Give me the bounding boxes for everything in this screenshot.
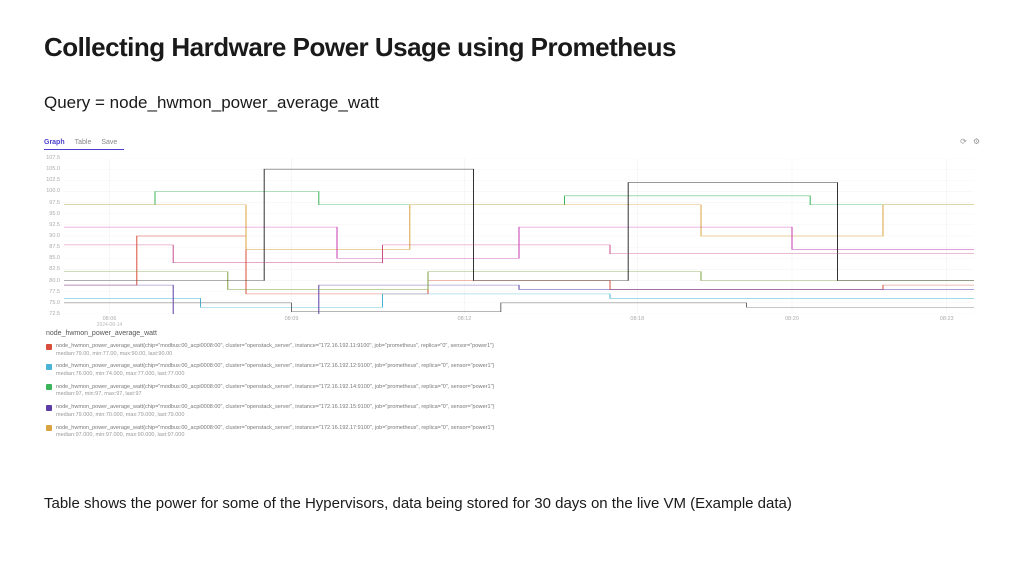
legend-swatch — [46, 364, 52, 370]
x-tick-label: 08:20 — [785, 316, 799, 322]
tab-table[interactable]: Table — [75, 139, 92, 146]
y-tick-label: 75.0 — [49, 300, 60, 306]
legend-text: node_hwmon_power_average_watt{chip="modb… — [56, 384, 980, 399]
graph-panel: Graph Table Save ⟳ ⚙ 72.5 75.0 77.5 80.0 82.… — [44, 137, 980, 477]
legend-item[interactable]: node_hwmon_power_average_watt{chip="modb… — [44, 423, 980, 443]
tab-save[interactable]: Save — [101, 139, 117, 146]
series-line[interactable] — [64, 294, 974, 307]
query-line: Query = node_hwmon_power_average_watt — [44, 93, 980, 113]
x-tick-label: 08:12 — [458, 316, 472, 322]
legend-text: node_hwmon_power_average_watt{chip="modb… — [56, 363, 980, 378]
tab-graph[interactable]: Graph — [44, 139, 65, 146]
gear-icon[interactable]: ⚙ — [973, 137, 980, 146]
legend-swatch — [46, 384, 52, 390]
y-tick-label: 102.5 — [46, 177, 60, 183]
page-title: Collecting Hardware Power Usage using Pr… — [44, 32, 980, 63]
y-tick-label: 92.5 — [49, 222, 60, 228]
x-tick-label: 08:09 — [285, 316, 299, 322]
legend-header: node_hwmon_power_average_watt — [44, 330, 980, 337]
x-tick-label: 08:23 — [940, 316, 954, 322]
x-tick-label: 08:18 — [630, 316, 644, 322]
y-tick-label: 72.5 — [49, 311, 60, 317]
legend-item[interactable]: node_hwmon_power_average_watt{chip="modb… — [44, 341, 980, 361]
legend-item[interactable]: node_hwmon_power_average_watt{chip="modb… — [44, 382, 980, 402]
legend-swatch — [46, 344, 52, 350]
y-tick-label: 95.0 — [49, 211, 60, 217]
y-tick-label: 100.0 — [46, 188, 60, 194]
legend-item[interactable]: node_hwmon_power_average_watt{chip="modb… — [44, 402, 980, 422]
y-tick-label: 85.0 — [49, 255, 60, 261]
plot-area: 72.5 75.0 77.5 80.0 82.5 85.0 87.5 90.0 92.5 95.0… — [44, 158, 980, 328]
refresh-icon[interactable]: ⟳ — [960, 137, 967, 146]
y-tick-label: 105.0 — [46, 166, 60, 172]
y-tick-label: 80.0 — [49, 278, 60, 284]
caption-text: Table shows the power for some of the Hy… — [44, 495, 980, 512]
plot-canvas[interactable] — [64, 158, 974, 314]
legend-text: node_hwmon_power_average_watt{chip="modb… — [56, 404, 980, 419]
y-tick-label: 77.5 — [49, 289, 60, 295]
x-axis-ticks: 08:062024-08-1408:0908:1208:1808:2008:23 — [64, 316, 974, 328]
y-tick-label: 82.5 — [49, 266, 60, 272]
x-tick-date: 2024-08-14 — [97, 322, 123, 328]
legend-swatch — [46, 425, 52, 431]
y-tick-label: 87.5 — [49, 244, 60, 250]
y-tick-label: 90.0 — [49, 233, 60, 239]
graph-toolbar: Graph Table Save — [44, 137, 124, 150]
y-tick-label: 107.5 — [46, 155, 60, 161]
legend-swatch — [46, 405, 52, 411]
legend-item[interactable]: node_hwmon_power_average_watt{chip="modb… — [44, 361, 980, 381]
legend: node_hwmon_power_average_watt{chip="modb… — [44, 341, 980, 443]
legend-text: node_hwmon_power_average_watt{chip="modb… — [56, 425, 980, 440]
legend-text: node_hwmon_power_average_watt{chip="modb… — [56, 343, 980, 358]
y-axis-ticks: 72.5 75.0 77.5 80.0 82.5 85.0 87.5 90.0 92.5 95.0… — [44, 158, 62, 314]
y-tick-label: 97.5 — [49, 200, 60, 206]
